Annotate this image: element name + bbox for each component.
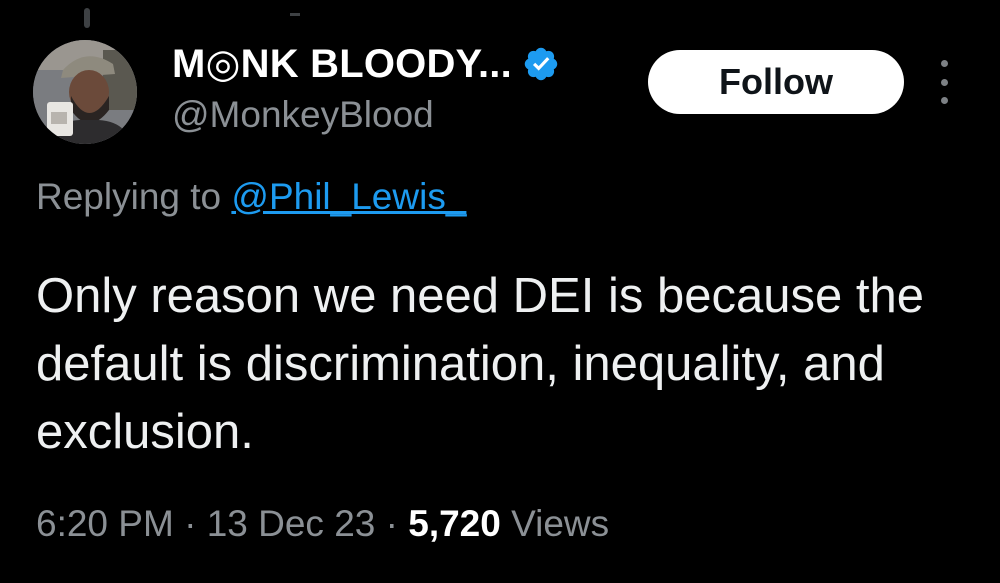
more-dot bbox=[940, 60, 948, 67]
views-label[interactable]: Views bbox=[501, 503, 609, 544]
user-handle[interactable]: @MonkeyBlood bbox=[172, 94, 560, 136]
more-options-icon[interactable] bbox=[930, 60, 958, 104]
reply-target-link[interactable]: @Phil_Lewis_ bbox=[231, 176, 466, 217]
tweet-meta: 6:20 PM · 13 Dec 23 · 5,720 Views bbox=[36, 503, 609, 545]
replying-to-prefix: Replying to bbox=[36, 176, 232, 217]
meta-separator: · bbox=[375, 503, 409, 544]
display-name[interactable]: M◎NK BLOODY... bbox=[172, 41, 512, 87]
avatar[interactable] bbox=[33, 40, 137, 144]
tweet-time[interactable]: 6:20 PM bbox=[36, 503, 174, 544]
tweet-text: Only reason we need DEI is because the d… bbox=[36, 269, 924, 459]
more-dot bbox=[940, 97, 948, 104]
thread-connector-line bbox=[84, 8, 90, 28]
tweet-date[interactable]: 13 Dec 23 bbox=[207, 503, 376, 544]
avatar-image bbox=[33, 40, 137, 144]
verified-badge-icon[interactable] bbox=[522, 45, 560, 83]
thread-divider bbox=[290, 13, 300, 16]
more-dot bbox=[940, 78, 948, 86]
author-header: M◎NK BLOODY... @MonkeyBlood bbox=[172, 40, 560, 136]
name-row: M◎NK BLOODY... bbox=[172, 40, 560, 88]
follow-button[interactable]: Follow bbox=[648, 50, 904, 114]
meta-separator: · bbox=[173, 503, 207, 544]
replying-to: Replying to @Phil_Lewis_ bbox=[36, 176, 466, 218]
views-count[interactable]: 5,720 bbox=[408, 503, 501, 544]
